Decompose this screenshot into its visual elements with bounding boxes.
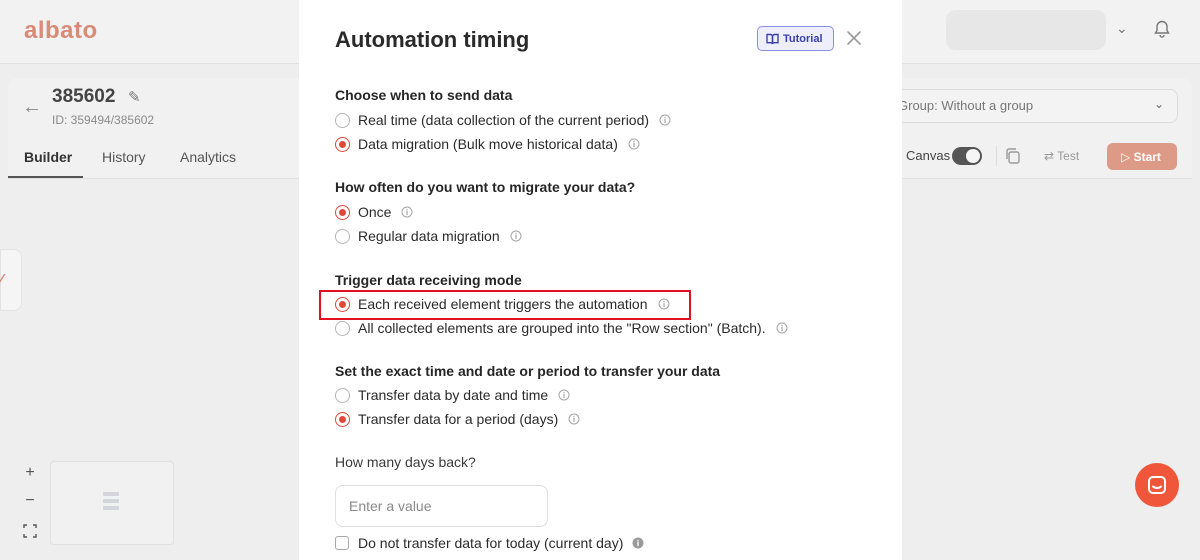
- albato-logo[interactable]: albato: [24, 17, 98, 45]
- modal-title: Automation timing: [335, 27, 530, 52]
- bell-icon[interactable]: [1154, 20, 1170, 38]
- section-title-transfer-period: Set the exact time and date or period to…: [335, 363, 721, 379]
- radio-button-checked[interactable]: [335, 411, 350, 427]
- section-title-send-data: Choose when to send data: [335, 87, 513, 103]
- info-icon[interactable]: [776, 322, 788, 334]
- test-icon: ⇄: [1044, 149, 1058, 163]
- test-button[interactable]: ⇄ Test: [1034, 143, 1098, 169]
- radio-label: Once: [358, 204, 392, 220]
- radio-once[interactable]: Once: [335, 203, 413, 221]
- side-panel-tab[interactable]: [0, 249, 22, 311]
- toggle-knob: [966, 149, 980, 163]
- exclude-today-row[interactable]: Do not transfer data for today (current …: [335, 535, 644, 551]
- info-icon[interactable]: [628, 138, 640, 150]
- group-select-value: Group: Without a group: [898, 98, 1034, 113]
- radio-button[interactable]: [335, 228, 350, 244]
- radio-button-checked[interactable]: [335, 136, 350, 152]
- zoom-controls: + −: [14, 462, 46, 546]
- minimap-node: [103, 492, 119, 510]
- info-icon[interactable]: [658, 298, 670, 310]
- info-icon[interactable]: [510, 230, 522, 242]
- copy-icon[interactable]: [1004, 147, 1022, 165]
- radio-label: Transfer data for a period (days): [358, 411, 559, 427]
- days-back-label: How many days back?: [335, 454, 476, 470]
- radio-label: Regular data migration: [358, 228, 500, 244]
- radio-label: All collected elements are grouped into …: [358, 320, 766, 336]
- chevron-down-icon: ⌄: [1154, 97, 1165, 111]
- automation-timing-modal: Automation timing Tutorial Choose when t…: [299, 0, 902, 560]
- exclude-today-checkbox[interactable]: [335, 536, 349, 550]
- back-arrow-icon[interactable]: ←: [22, 96, 42, 119]
- radio-button[interactable]: [335, 112, 350, 128]
- radio-each-element[interactable]: Each received element triggers the autom…: [335, 295, 670, 313]
- zoom-out-button[interactable]: −: [14, 492, 46, 510]
- project-title: 385602: [52, 86, 116, 107]
- tutorial-button[interactable]: Tutorial: [757, 26, 834, 51]
- radio-button[interactable]: [335, 320, 350, 336]
- section-title-migration-frequency: How often do you want to migrate your da…: [335, 179, 636, 195]
- fit-view-icon[interactable]: [23, 524, 37, 538]
- pencil-icon[interactable]: ✎: [128, 88, 141, 106]
- test-label: Test: [1057, 149, 1080, 163]
- radio-data-migration[interactable]: Data migration (Bulk move historical dat…: [335, 135, 640, 153]
- start-label: Start: [1133, 150, 1161, 164]
- days-back-input[interactable]: [335, 485, 548, 527]
- radio-label: Each received element triggers the autom…: [358, 296, 648, 312]
- play-icon: ▷: [1121, 150, 1134, 164]
- chevron-down-icon[interactable]: ⌄: [1116, 20, 1128, 37]
- close-icon[interactable]: [845, 29, 863, 47]
- radio-label: Transfer data by date and time: [358, 387, 549, 403]
- radio-for-period[interactable]: Transfer data for a period (days): [335, 410, 580, 428]
- user-menu[interactable]: [946, 10, 1106, 50]
- toolbar-divider: [996, 146, 997, 166]
- radio-button-checked[interactable]: [335, 296, 350, 312]
- radio-button-checked[interactable]: [335, 204, 350, 220]
- radio-by-date-time[interactable]: Transfer data by date and time: [335, 386, 570, 404]
- info-icon[interactable]: [632, 537, 644, 549]
- tab-history[interactable]: History: [102, 149, 146, 165]
- info-icon[interactable]: [568, 413, 580, 425]
- radio-label: Data migration (Bulk move historical dat…: [358, 136, 618, 152]
- side-panel-icon: ⁄: [0, 272, 3, 289]
- info-icon[interactable]: [401, 206, 413, 218]
- tab-builder[interactable]: Builder: [24, 149, 72, 165]
- tutorial-label: Tutorial: [783, 33, 823, 45]
- radio-button[interactable]: [335, 387, 350, 403]
- radio-label: Real time (data collection of the curren…: [358, 112, 650, 128]
- exclude-today-label: Do not transfer data for today (current …: [358, 535, 624, 551]
- info-icon[interactable]: [558, 389, 570, 401]
- info-icon[interactable]: [659, 114, 671, 126]
- section-title-trigger-mode: Trigger data receiving mode: [335, 272, 522, 288]
- canvas-label: Canvas: [906, 148, 951, 163]
- tab-analytics[interactable]: Analytics: [180, 149, 236, 165]
- radio-regular-migration[interactable]: Regular data migration: [335, 227, 522, 245]
- radio-batch[interactable]: All collected elements are grouped into …: [335, 319, 788, 337]
- radio-real-time[interactable]: Real time (data collection of the curren…: [335, 111, 671, 129]
- project-id: ID: 359494/385602: [52, 113, 155, 127]
- book-icon: [766, 33, 779, 45]
- start-button[interactable]: ▷ Start: [1107, 143, 1177, 170]
- zoom-in-button[interactable]: +: [14, 464, 46, 482]
- chat-icon: [1148, 476, 1166, 494]
